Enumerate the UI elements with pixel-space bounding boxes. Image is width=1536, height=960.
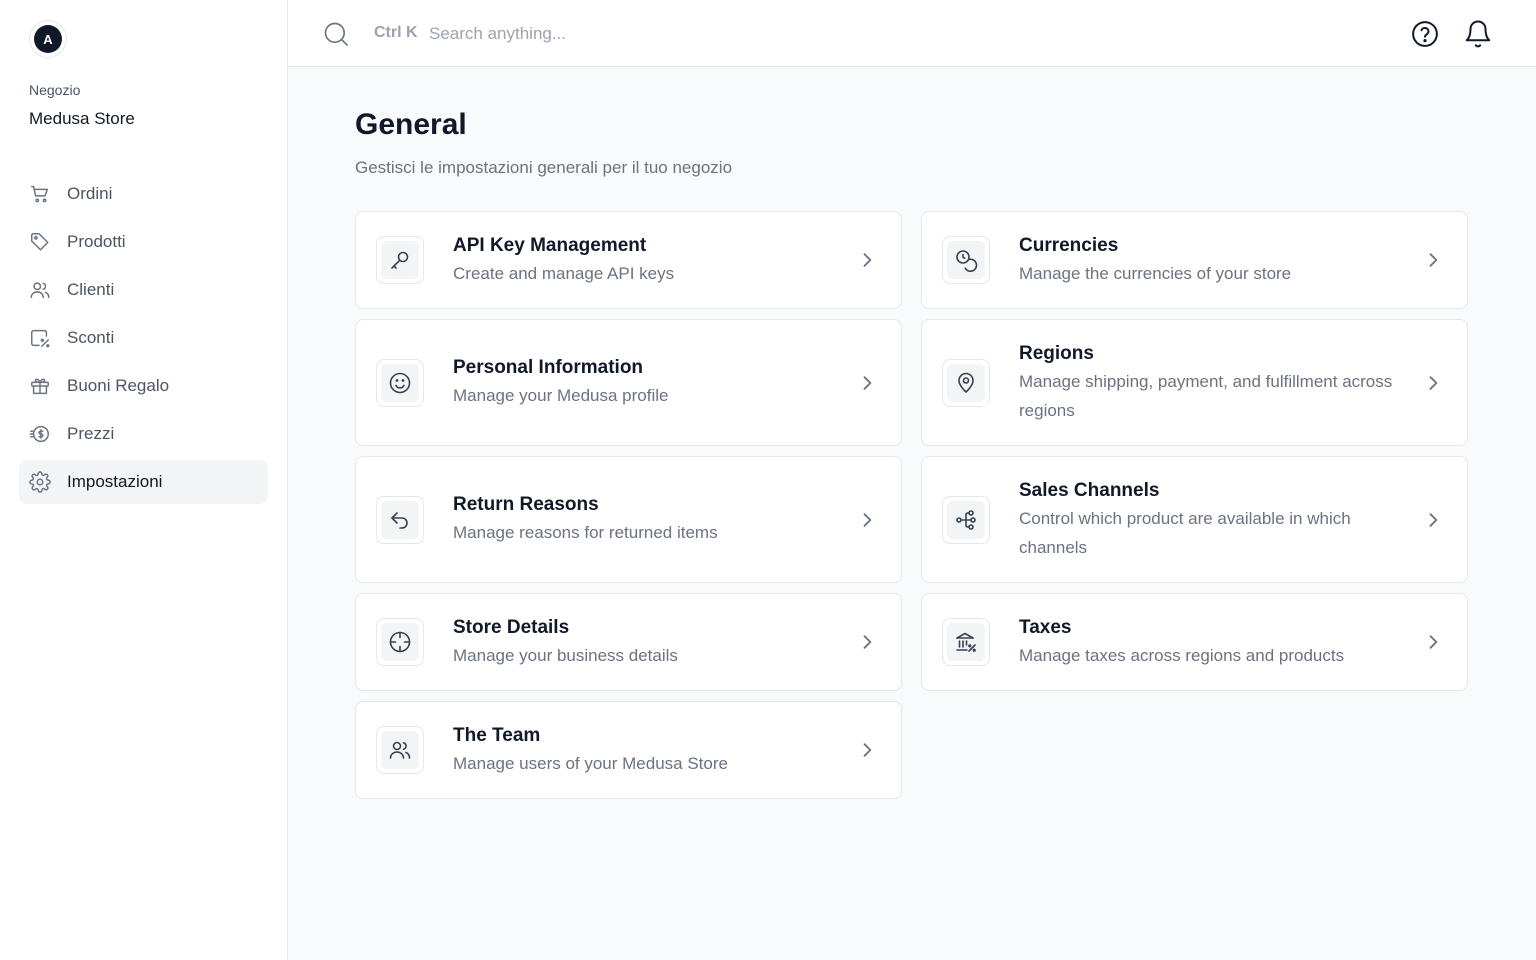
card-description: Manage your business details xyxy=(453,645,678,665)
sidebar-item-clienti[interactable]: Clienti xyxy=(19,268,268,312)
card-title: API Key Management xyxy=(453,234,647,256)
users-icon xyxy=(30,282,50,299)
settings-card-personal-information[interactable]: Personal Information Manage your Medusa … xyxy=(355,319,902,446)
search-input[interactable] xyxy=(429,18,1029,50)
card-description: Manage your Medusa profile xyxy=(453,386,669,405)
sidebar-item-prodotti[interactable]: Prodotti xyxy=(19,220,268,264)
sidebar-item-label: Buoni Regalo xyxy=(67,376,170,395)
card-description: Manage users of your Medusa Store xyxy=(453,753,728,773)
topbar: Ctrl K xyxy=(288,0,1536,67)
card-text: Sales Channels Control which product are… xyxy=(1019,478,1399,562)
settings-card-api-keys[interactable]: API Key Management Create and manage API… xyxy=(355,211,902,309)
settings-card-currencies[interactable]: Currencies Manage the currencies of your… xyxy=(921,211,1468,309)
chevron-right-icon xyxy=(1429,375,1438,390)
sidebar-item-label: Impostazioni xyxy=(67,472,163,491)
key-icon xyxy=(391,251,409,269)
card-icon-box xyxy=(376,358,424,407)
bell-icon[interactable] xyxy=(1463,19,1493,49)
card-text: Personal Information Manage your Medusa … xyxy=(453,355,833,410)
card-icon-box xyxy=(376,618,424,666)
sidebar-item-label: Ordini xyxy=(67,184,113,203)
chevron-right-icon xyxy=(863,253,872,267)
settings-card-return-reasons[interactable]: Return Reasons Manage reasons for return… xyxy=(355,456,902,583)
smiley-icon xyxy=(389,372,411,393)
card-description: Manage taxes across regions and products xyxy=(1019,645,1345,665)
card-title: The Team xyxy=(453,724,541,746)
discount-icon xyxy=(31,329,50,348)
coins-icon xyxy=(956,250,978,272)
sidebar-item-sconti[interactable]: Sconti xyxy=(19,316,268,360)
chevron-right-icon xyxy=(863,743,872,757)
tax-building-icon xyxy=(956,632,976,652)
settings-card-store-details[interactable]: Store Details Manage your business detai… xyxy=(355,593,902,691)
sidebar-item-label: Clienti xyxy=(67,280,115,299)
sidebar-item-buoni-regalo[interactable]: Buoni Regalo xyxy=(19,364,268,408)
settings-card-sales-channels[interactable]: Sales Channels Control which product are… xyxy=(921,456,1468,583)
gear-icon xyxy=(29,471,51,493)
store-avatar[interactable]: A xyxy=(29,20,67,58)
card-title: Regions xyxy=(1019,342,1094,364)
card-icon-box xyxy=(942,358,990,407)
sidebar-item-label: Prodotti xyxy=(67,232,126,251)
channels-icon xyxy=(956,509,976,530)
sidebar: A Negozio Medusa Store Ordini Prodotti C… xyxy=(0,0,288,960)
card-icon-box xyxy=(942,495,990,544)
map-pin-icon xyxy=(958,372,974,393)
search-icon xyxy=(324,22,348,46)
card-icon-box xyxy=(376,236,424,284)
sidebar-item-label: Sconti xyxy=(67,328,115,347)
card-title: Store Details xyxy=(453,616,570,638)
card-description: Manage the currencies of your store xyxy=(1019,263,1292,283)
sidebar-item-prezzi[interactable]: Prezzi xyxy=(19,412,268,456)
help-icon[interactable] xyxy=(1410,19,1440,49)
card-title: Return Reasons xyxy=(453,494,599,515)
card-description: Create and manage API keys xyxy=(453,263,675,283)
card-text: Currencies Manage the currencies of your… xyxy=(1019,233,1399,288)
sidebar-item-label: Prezzi xyxy=(67,424,115,443)
settings-card-taxes[interactable]: Taxes Manage taxes across regions and pr… xyxy=(921,593,1468,691)
gift-icon xyxy=(31,378,49,395)
card-icon-box xyxy=(942,618,990,666)
chevron-right-icon xyxy=(863,512,872,527)
team-icon xyxy=(389,741,411,759)
sidebar-item-ordini[interactable]: Ordini xyxy=(19,172,268,216)
card-title: Sales Channels xyxy=(1019,479,1160,501)
avatar-initial: A xyxy=(34,25,62,53)
card-text: Regions Manage shipping, payment, and fu… xyxy=(1019,341,1399,425)
search-shortcut-hint: Ctrl K xyxy=(374,24,418,41)
card-description: Control which product are available in w… xyxy=(1019,508,1351,557)
crosshair-icon xyxy=(389,631,411,653)
card-icon-box xyxy=(942,236,990,284)
chevron-right-icon xyxy=(1429,635,1438,649)
settings-card-regions[interactable]: Regions Manage shipping, payment, and fu… xyxy=(921,319,1468,446)
return-arrow-icon xyxy=(391,511,408,529)
card-text: API Key Management Create and manage API… xyxy=(453,233,833,288)
store-name: Medusa Store xyxy=(29,109,135,128)
card-text: Taxes Manage taxes across regions and pr… xyxy=(1019,615,1399,670)
card-description: Manage shipping, payment, and fulfillmen… xyxy=(1019,371,1393,420)
card-title: Taxes xyxy=(1019,616,1072,638)
card-text: Return Reasons Manage reasons for return… xyxy=(453,492,833,547)
tag-icon xyxy=(31,233,49,251)
chevron-right-icon xyxy=(863,635,872,649)
store-label: Negozio xyxy=(29,82,81,98)
sidebar-nav: Ordini Prodotti Clienti Sconti Buoni Reg… xyxy=(19,172,268,508)
coin-icon xyxy=(29,425,49,443)
card-text: The Team Manage users of your Medusa Sto… xyxy=(453,723,833,778)
card-icon-box xyxy=(376,726,424,774)
card-description: Manage reasons for returned items xyxy=(453,523,718,542)
settings-card-the-team[interactable]: The Team Manage users of your Medusa Sto… xyxy=(355,701,902,799)
chevron-right-icon xyxy=(1429,512,1438,527)
card-icon-box xyxy=(376,495,424,544)
sidebar-item-impostazioni[interactable]: Impostazioni xyxy=(19,460,268,504)
page-title: General xyxy=(355,108,467,141)
card-title: Currencies xyxy=(1019,234,1119,256)
cart-icon xyxy=(31,185,49,203)
card-text: Store Details Manage your business detai… xyxy=(453,615,833,670)
chevron-right-icon xyxy=(1429,253,1438,267)
card-title: Personal Information xyxy=(453,357,644,378)
page-subtitle: Gestisci le impostazioni generali per il… xyxy=(355,158,733,177)
chevron-right-icon xyxy=(863,375,872,390)
